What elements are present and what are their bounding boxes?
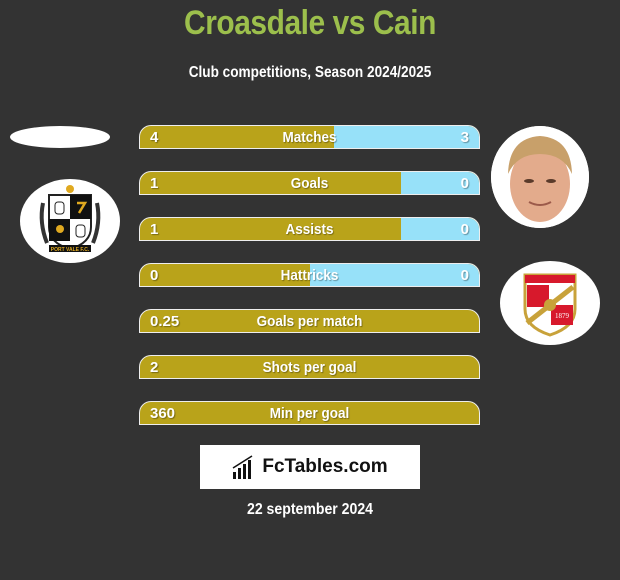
page-title: Croasdale vs Cain [184, 4, 436, 42]
fctables-logo[interactable]: FcTables.com [200, 445, 420, 489]
badge-year: 1879 [555, 312, 570, 320]
right-value: 0 [460, 221, 469, 238]
right-value: 3 [460, 129, 469, 146]
port-vale-badge-icon: PORT VALE F.C. [39, 185, 101, 253]
bar-chart-icon [232, 455, 253, 479]
right-value: 0 [460, 175, 469, 192]
stat-label: Matches [282, 129, 337, 146]
stat-label: Shots per goal [262, 359, 357, 376]
right-player-photo [491, 126, 589, 228]
competition-subtitle: Club competitions, Season 2024/2025 [188, 64, 432, 81]
stat-label: Assists [285, 221, 334, 238]
stat-row: 1 Goals 0 [139, 171, 480, 195]
right-club-badge: 1879 [500, 261, 600, 345]
left-player-placeholder [10, 126, 110, 148]
stat-row: 4 Matches 3 [139, 125, 480, 149]
right-value: 0 [460, 267, 469, 284]
player-face-icon [491, 126, 589, 228]
stat-label: Hattricks [280, 267, 339, 284]
badge-text: PORT VALE F.C. [51, 247, 90, 253]
stat-row: 1 Assists 0 [139, 217, 480, 241]
stat-row: 0.25 Goals per match [139, 309, 480, 333]
stat-label: Goals per match [256, 313, 363, 330]
stat-label: Min per goal [269, 405, 350, 422]
swindon-town-badge-icon: 1879 [523, 273, 577, 337]
stat-row: 2 Shots per goal [139, 355, 480, 379]
logo-text: FcTables.com [262, 456, 388, 477]
stat-label: Goals [290, 175, 329, 192]
match-date: 22 september 2024 [246, 501, 374, 518]
stat-row: 360 Min per goal [139, 401, 480, 425]
left-club-badge: PORT VALE F.C. [20, 179, 120, 263]
stat-row: 0 Hattricks 0 [139, 263, 480, 287]
